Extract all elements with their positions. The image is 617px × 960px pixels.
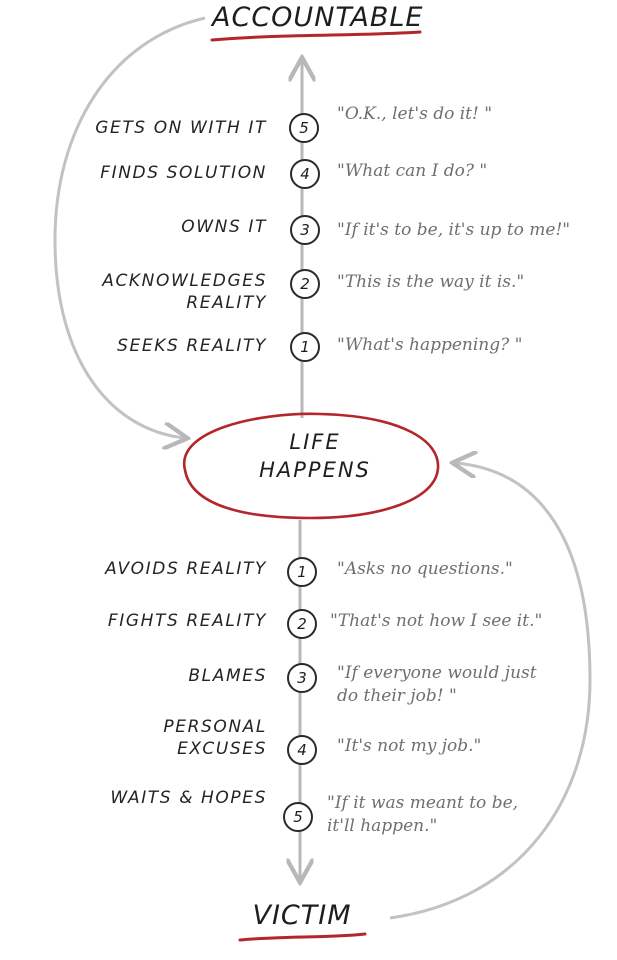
quote-not-my-job: "It's not my job."	[337, 736, 482, 756]
behavior-waits-hopes: WAITS & HOPES	[110, 788, 267, 808]
quote-asks-no-questions: "Asks no questions."	[337, 559, 513, 579]
behavior-line-acknowledges: ACKNOWLEDGES	[102, 271, 267, 291]
step-number-4-victim: 4	[287, 735, 317, 765]
quote-whats-happening: "What's happening? "	[337, 335, 523, 355]
behavior-seeks-reality: SEEKS REALITY	[117, 336, 267, 356]
behavior-line-reality: REALITY	[186, 293, 267, 313]
happens-text: HAPPENS	[259, 458, 371, 482]
quote-lets-do-it: "O.K., let's do it! "	[337, 104, 493, 124]
step-number-1-victim: 1	[287, 557, 317, 587]
step-number-1: 1	[290, 332, 320, 362]
behavior-blames: BLAMES	[188, 666, 267, 686]
quote-what-can-i-do: "What can I do? "	[337, 161, 488, 181]
life-happens-label: LIFE HAPPENS	[200, 428, 430, 484]
behavior-line-personal: PERSONAL	[163, 717, 267, 737]
accountability-diagram: ACCOUNTABLE GETS ON WITH IT 5 "O.K., let…	[0, 0, 617, 960]
step-number-5: 5	[289, 113, 319, 143]
quote-meant-to-be: "If it was meant to be, it'll happen."	[327, 793, 519, 836]
step-number-2-victim: 2	[287, 609, 317, 639]
step-number-3-victim: 3	[287, 663, 317, 693]
behavior-personal-excuses: PERSONAL EXCUSES	[67, 716, 267, 760]
step-number-3: 3	[290, 215, 320, 245]
quote-do-their-job: "If everyone would just do their job! "	[337, 663, 537, 706]
victim-underline	[238, 932, 367, 942]
life-text: LIFE	[289, 430, 341, 454]
step-number-2: 2	[290, 269, 320, 299]
step-number-4: 4	[290, 159, 320, 189]
accountable-label: ACCOUNTABLE	[212, 2, 424, 33]
behavior-line-excuses: EXCUSES	[177, 739, 267, 759]
accountable-underline	[210, 30, 422, 42]
victim-label: VICTIM	[252, 900, 352, 931]
quote-way-it-is: "This is the way it is."	[337, 272, 525, 292]
behavior-owns-it: OWNS IT	[181, 217, 267, 237]
quote-up-to-me: "If it's to be, it's up to me!"	[337, 220, 571, 240]
behavior-avoids-reality: AVOIDS REALITY	[105, 559, 267, 579]
step-number-5-victim: 5	[283, 802, 313, 832]
behavior-finds-solution: FINDS SOLUTION	[100, 163, 267, 183]
behavior-fights-reality: FIGHTS REALITY	[107, 611, 267, 631]
quote-not-how-i-see-it: "That's not how I see it."	[330, 611, 543, 631]
behavior-gets-on-with-it: GETS ON WITH IT	[95, 118, 267, 138]
behavior-acknowledges-reality: ACKNOWLEDGES REALITY	[67, 270, 267, 314]
